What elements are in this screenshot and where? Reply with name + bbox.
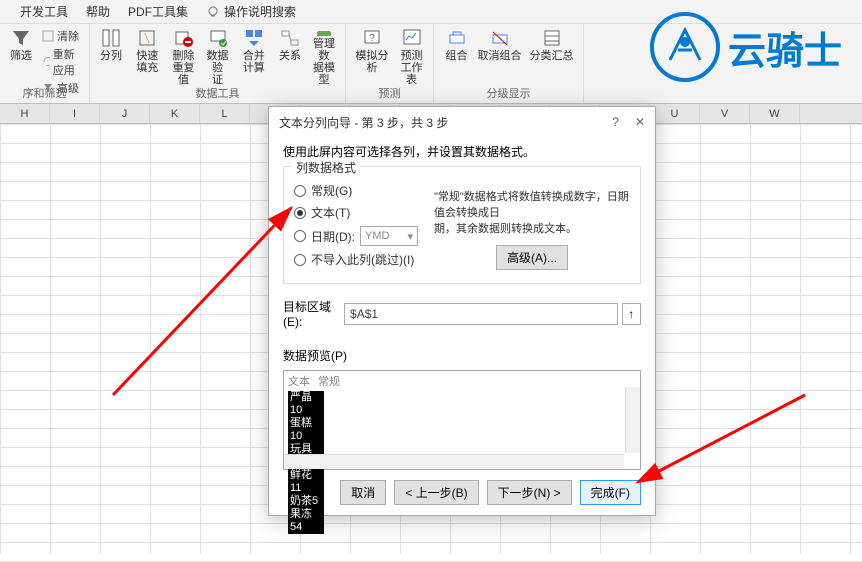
- subtotal-button[interactable]: 分类汇总: [530, 28, 574, 86]
- data-model-button[interactable]: 管理数据模型: [311, 28, 337, 86]
- reapply-button[interactable]: 重新应用: [42, 46, 81, 78]
- column-header[interactable]: K: [150, 104, 200, 123]
- scrollbar-vertical[interactable]: [625, 387, 640, 453]
- svg-text:?: ?: [369, 33, 375, 44]
- ribbon-group-label: 序和筛选: [0, 85, 89, 101]
- remove-dup-icon: [174, 28, 194, 48]
- instruction-text: 使用此屏内容可选择各列，并设置其数据格式。: [283, 143, 641, 160]
- funnel-icon: [11, 28, 31, 48]
- radio-date[interactable]: 日期(D): YMD▾: [294, 226, 422, 246]
- text-to-col-icon: [101, 28, 121, 48]
- column-data-format-group: 列数据格式 常规(G) 文本(T) 日期(D): YMD▾ 不导入此列(跳过)(…: [283, 166, 641, 284]
- preview-col-header: 常规: [318, 373, 340, 389]
- ungroup-icon: [490, 28, 510, 48]
- radio-icon: [294, 185, 306, 197]
- clear-button[interactable]: 清除: [42, 28, 79, 44]
- column-header[interactable]: U: [650, 104, 700, 123]
- group-button[interactable]: 组合: [444, 28, 470, 86]
- group-icon: [447, 28, 467, 48]
- flash-fill-icon: [137, 28, 157, 48]
- target-label: 目标区域(E):: [283, 298, 344, 329]
- whatif-icon: ?: [362, 28, 382, 48]
- ribbon-group-label: 分级显示: [434, 85, 583, 101]
- column-header[interactable]: H: [0, 104, 50, 123]
- column-header[interactable]: J: [100, 104, 150, 123]
- dialog-title-text: 文本分列向导 - 第 3 步，共 3 步: [279, 114, 448, 131]
- radio-general[interactable]: 常规(G): [294, 182, 422, 199]
- ribbon-group-label: 数据工具: [90, 85, 345, 101]
- relations-icon: [280, 28, 300, 48]
- data-preview[interactable]: 文本 常规 严晶10蛋糕10玩具10鲜花11奶茶5果冻54: [283, 370, 641, 470]
- watermark-logo-icon: [648, 10, 722, 84]
- column-header[interactable]: V: [700, 104, 750, 123]
- advanced-button[interactable]: 高级(A)...: [496, 245, 568, 270]
- flash-fill-button[interactable]: 快速填充: [132, 28, 163, 86]
- column-header[interactable]: W: [750, 104, 800, 123]
- tab-pdf[interactable]: PDF工具集: [128, 3, 188, 20]
- tab-help[interactable]: 帮助: [86, 3, 110, 20]
- subtotal-icon: [542, 28, 562, 48]
- watermark-text: 云骑士: [728, 20, 842, 75]
- date-format-select[interactable]: YMD▾: [360, 226, 418, 246]
- data-validation-button[interactable]: 数据验证: [205, 28, 231, 86]
- chevron-down-icon: ▾: [407, 230, 413, 243]
- radio-text[interactable]: 文本(T): [294, 204, 422, 221]
- groupbox-title: 列数据格式: [292, 159, 360, 176]
- tell-me-search[interactable]: 操作说明搜索: [206, 3, 296, 20]
- format-description: "常规"数据格式将数值转换成数字，日期值会转换成日: [434, 189, 630, 221]
- watermark: 云骑士: [648, 10, 842, 84]
- column-header[interactable]: I: [50, 104, 100, 123]
- remove-duplicates-button[interactable]: 删除重复值: [171, 28, 197, 86]
- consolidate-button[interactable]: 合并计算: [239, 28, 270, 86]
- ungroup-button[interactable]: 取消组合: [478, 28, 522, 86]
- radio-icon: [294, 254, 306, 266]
- clear-icon: [42, 30, 54, 42]
- ribbon-group-label: 预测: [346, 85, 433, 101]
- relations-button[interactable]: 关系: [277, 28, 303, 86]
- whatif-button[interactable]: ?模拟分析: [354, 28, 390, 86]
- column-header[interactable]: L: [200, 104, 250, 123]
- text-to-columns-wizard-dialog: 文本分列向导 - 第 3 步，共 3 步 ? ✕ 使用此屏内容可选择各列，并设置…: [268, 106, 656, 516]
- radio-skip[interactable]: 不导入此列(跳过)(I): [294, 251, 422, 268]
- format-description: 期，其余数据则转换成文本。: [434, 221, 630, 237]
- close-icon[interactable]: ✕: [635, 115, 645, 129]
- lightbulb-icon: [206, 5, 220, 19]
- help-button[interactable]: ?: [612, 115, 619, 129]
- reapply-icon: [42, 56, 50, 68]
- preview-label: 数据预览(P): [283, 347, 641, 364]
- tab-devtools[interactable]: 开发工具: [20, 3, 68, 20]
- dialog-titlebar: 文本分列向导 - 第 3 步，共 3 步 ? ✕: [269, 107, 655, 137]
- target-range-input[interactable]: $A$1: [344, 303, 618, 325]
- consolidate-icon: [244, 28, 264, 48]
- validation-icon: [208, 28, 228, 48]
- forecast-sheet-button[interactable]: 预测工作表: [398, 28, 425, 86]
- filter-button[interactable]: 筛选: [8, 28, 34, 86]
- data-model-icon: [314, 28, 334, 36]
- forecast-icon: [402, 28, 422, 48]
- range-selector-icon[interactable]: ↑: [622, 303, 641, 325]
- radio-icon: [294, 207, 306, 219]
- radio-icon: [294, 230, 306, 242]
- text-to-columns-button[interactable]: 分列: [98, 28, 124, 86]
- preview-col-header: 文本: [288, 373, 316, 389]
- scrollbar-horizontal[interactable]: [284, 454, 624, 469]
